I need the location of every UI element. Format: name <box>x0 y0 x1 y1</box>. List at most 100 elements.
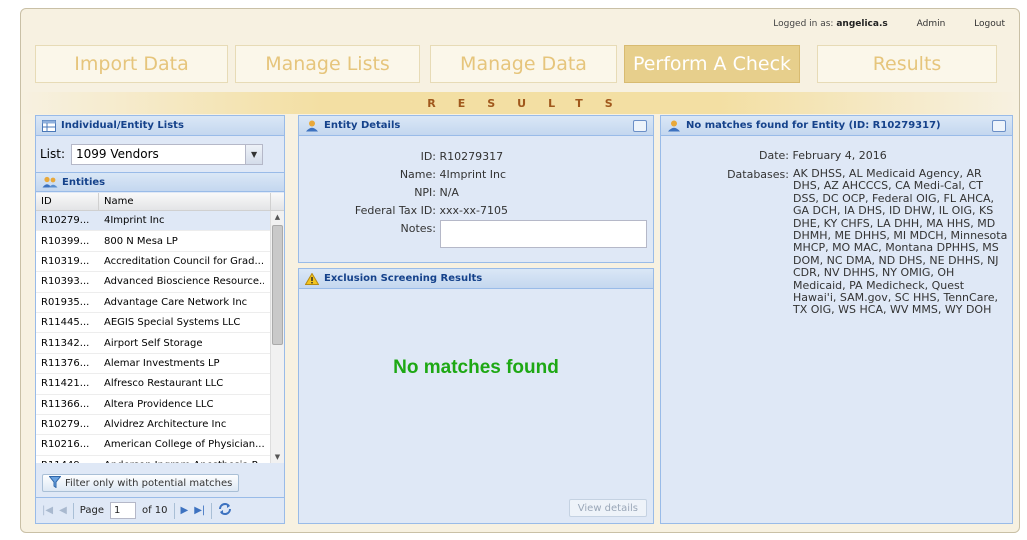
entity-details-header: Entity Details <box>299 116 653 136</box>
next-page-icon[interactable]: ▶ <box>181 505 189 516</box>
date-value: February 4, 2016 <box>792 149 887 162</box>
field-name-label: Name: <box>399 168 436 181</box>
cell-name: Advantage Care Network Inc <box>104 296 248 308</box>
cell-id: R11376... <box>41 357 90 369</box>
column-header-id[interactable]: ID <box>36 193 99 210</box>
exclusion-results-title: Exclusion Screening Results <box>324 273 483 284</box>
tab-manage-lists[interactable]: Manage Lists <box>235 45 420 83</box>
field-tax-id-value: xxx-xx-7105 <box>439 204 508 217</box>
table-row[interactable]: R01935... Advantage Care Network Inc <box>36 293 284 313</box>
tab-perform-a-check[interactable]: Perform A Check <box>624 45 800 83</box>
cell-name: Accreditation Council for Grad... <box>104 255 264 267</box>
login-status: Logged in as: angelica.s Admin Logout <box>773 19 1005 29</box>
field-name: Name: 4Imprint Inc <box>299 168 506 181</box>
databases-value: AK DHSS, AL Medicaid Agency, AR DHS, AZ … <box>793 167 1008 317</box>
cell-name: Alfresco Restaurant LLC <box>104 378 224 390</box>
table-row[interactable]: R10216... American College of Physician..… <box>36 435 284 456</box>
cell-name: Alvidrez Architecture Inc <box>104 419 227 431</box>
table-row[interactable]: R11421... Alfresco Restaurant LLC <box>36 374 284 395</box>
grid-scrollbar[interactable]: ▲ ▼ <box>270 211 284 463</box>
entities-header: Entities <box>36 172 284 192</box>
lists-panel-header: Individual/Entity Lists <box>36 116 284 136</box>
scroll-thumb[interactable] <box>272 225 283 345</box>
notes-label: Notes: <box>400 222 436 235</box>
first-page-icon[interactable]: |◀ <box>42 505 53 516</box>
scroll-up-icon[interactable]: ▲ <box>271 211 284 223</box>
pager-separator <box>72 502 74 519</box>
field-id: ID: R10279317 <box>299 150 504 163</box>
list-label: List: <box>40 147 66 161</box>
cell-id: R11421... <box>41 378 90 390</box>
field-id-value: R10279317 <box>439 150 504 163</box>
print-icon[interactable] <box>992 120 1006 132</box>
admin-link[interactable]: Admin <box>917 19 946 29</box>
refresh-icon[interactable] <box>218 503 232 518</box>
field-npi: NPI: N/A <box>299 186 459 199</box>
table-row[interactable]: R11342... Airport Self Storage <box>36 333 284 354</box>
prev-page-icon[interactable]: ◀ <box>59 505 67 516</box>
exclusion-results-header: Exclusion Screening Results <box>299 269 653 289</box>
user-icon <box>305 120 319 132</box>
table-row[interactable]: R10279... 4Imprint Inc <box>36 211 284 232</box>
match-date: Date: February 4, 2016 <box>661 149 887 162</box>
field-npi-value: N/A <box>439 186 459 199</box>
view-details-button[interactable]: View details <box>568 499 647 517</box>
entity-details-panel: Entity Details ID: R10279317 Name: 4Impr… <box>298 115 654 263</box>
last-page-icon[interactable]: ▶| <box>194 505 205 516</box>
cell-id: R10216... <box>41 439 90 451</box>
exclusion-results-panel: Exclusion Screening Results No matches f… <box>298 268 654 524</box>
tab-import-data[interactable]: Import Data <box>35 45 228 83</box>
tab-results[interactable]: Results <box>817 45 997 83</box>
table-row[interactable]: R11376... Alemar Investments LP <box>36 354 284 375</box>
cell-name: Anderson Ingram Anesthesia P... <box>99 460 264 463</box>
column-header-name[interactable]: Name <box>99 193 271 210</box>
match-result-header: No matches found for Entity (ID: R102793… <box>661 116 1012 136</box>
cell-name: 4Imprint Inc <box>104 215 165 227</box>
app-frame: Logged in as: angelica.s Admin Logout Im… <box>20 8 1020 533</box>
match-databases: Databases: <box>661 168 789 181</box>
table-row[interactable]: R10279... Alvidrez Architecture Inc <box>36 415 284 436</box>
cell-id: R01935... <box>41 296 90 308</box>
cell-name: 800 N Mesa LP <box>104 235 178 247</box>
table-row[interactable]: R11366... Altera Providence LLC <box>36 395 284 415</box>
top-bar: Logged in as: angelica.s Admin Logout Im… <box>21 9 1019 114</box>
chevron-down-icon[interactable]: ▼ <box>245 144 263 164</box>
cell-name: AEGIS Special Systems LLC <box>104 317 241 329</box>
cell-id: R10319... <box>41 255 90 267</box>
no-matches-message: No matches found <box>393 357 559 378</box>
pager-separator <box>211 502 213 519</box>
table-row[interactable]: R10393... Advanced Bioscience Resource... <box>36 272 284 293</box>
cell-id: R10399... <box>41 235 90 247</box>
field-name-value: 4Imprint Inc <box>439 168 507 181</box>
filter-potential-matches-button[interactable]: Filter only with potential matches <box>42 474 240 492</box>
cell-id: R11445... <box>41 317 90 329</box>
list-select[interactable]: 1099 Vendors ▼ <box>71 143 264 165</box>
users-icon <box>42 176 58 188</box>
username: angelica.s <box>836 19 888 29</box>
field-tax-id: Federal Tax ID: xxx-xx-7105 <box>299 204 508 217</box>
tab-manage-data[interactable]: Manage Data <box>430 45 617 83</box>
table-row[interactable]: R10399... 800 N Mesa LP <box>36 231 284 252</box>
match-result-title: No matches found for Entity (ID: R102793… <box>686 120 941 131</box>
print-icon[interactable] <box>633 120 647 132</box>
field-tax-id-label: Federal Tax ID: <box>354 204 436 217</box>
funnel-icon <box>48 475 62 491</box>
table-icon <box>42 119 56 132</box>
page-input[interactable]: 1 <box>109 502 136 519</box>
lists-panel-title: Individual/Entity Lists <box>61 120 184 131</box>
table-row[interactable]: R10319... Accreditation Council for Grad.… <box>36 252 284 273</box>
table-row[interactable]: R11449...Anderson Ingram Anesthesia P... <box>36 456 284 463</box>
lists-panel: Individual/Entity Lists List: 1099 Vendo… <box>35 115 285 524</box>
match-result-panel: No matches found for Entity (ID: R102793… <box>660 115 1013 524</box>
warning-icon <box>304 272 320 285</box>
list-select-value: 1099 Vendors <box>76 147 159 161</box>
table-row[interactable]: R11445... AEGIS Special Systems LLC <box>36 313 284 334</box>
field-notes: Notes: <box>299 222 436 235</box>
results-banner: RESULTS <box>21 92 1019 114</box>
list-selector-row: List: 1099 Vendors ▼ <box>40 143 275 165</box>
notes-input[interactable] <box>440 220 647 248</box>
logout-link[interactable]: Logout <box>974 19 1005 29</box>
entity-details-title: Entity Details <box>324 120 401 131</box>
grid-body: R10279... 4Imprint Inc R10399... 800 N Mesa… <box>36 211 284 463</box>
scroll-down-icon[interactable]: ▼ <box>271 451 284 463</box>
